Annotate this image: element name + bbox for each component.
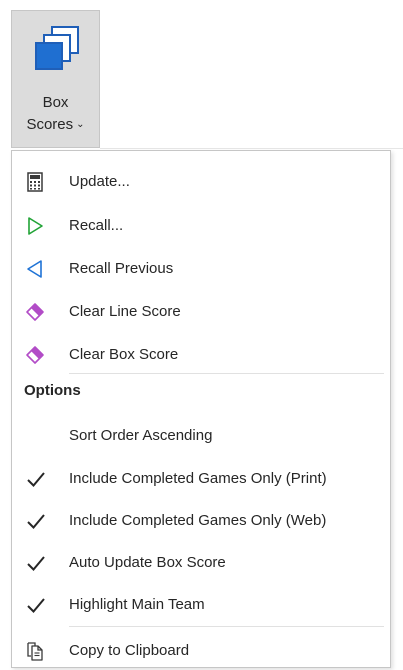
menu-option-label: Sort Order Ascending <box>69 427 213 444</box>
menu-item-update[interactable]: Update... <box>12 164 390 200</box>
menu-item-label: Clear Line Score <box>69 303 181 320</box>
menu-item-label: Recall Previous <box>69 260 174 277</box>
box-scores-label-line2: Scores ⌄ <box>12 115 99 135</box>
options-header: Options <box>24 382 81 399</box>
menu-option-auto-update-box-score[interactable]: Auto Update Box Score <box>12 545 390 581</box>
play-outline-icon <box>28 217 43 235</box>
copy-clipboard-icon <box>27 642 43 661</box>
menu-item-recall[interactable]: Recall... <box>12 208 390 244</box>
ribbon-group: Box Scores ⌄ <box>0 0 403 150</box>
menu-separator <box>69 373 384 374</box>
menu-option-completed-games-print[interactable]: Include Completed Games Only (Print) <box>12 461 390 497</box>
menu-item-recall-previous[interactable]: Recall Previous <box>12 251 390 287</box>
menu-option-label: Highlight Main Team <box>69 596 205 613</box>
menu-option-label: Include Completed Games Only (Print) <box>69 470 327 487</box>
menu-item-label: Copy to Clipboard <box>69 642 190 659</box>
box-scores-label-text: Scores <box>26 116 74 133</box>
checkmark-icon <box>27 556 45 571</box>
box-scores-icon <box>35 26 79 70</box>
ribbon-divider <box>100 148 403 149</box>
box-scores-label-line1: Box <box>42 94 69 111</box>
back-outline-icon <box>27 260 42 278</box>
calculator-icon <box>27 172 43 192</box>
menu-option-completed-games-web[interactable]: Include Completed Games Only (Web) <box>12 503 390 539</box>
menu-item-label: Clear Box Score <box>69 346 179 363</box>
menu-option-sort-order-ascending[interactable]: Sort Order Ascending <box>12 418 390 454</box>
menu-item-clear-box-score[interactable]: Clear Box Score <box>12 337 390 373</box>
menu-option-label: Include Completed Games Only (Web) <box>69 512 327 529</box>
box-scores-button[interactable]: Box Scores ⌄ <box>11 10 100 148</box>
menu-option-highlight-main-team[interactable]: Highlight Main Team <box>12 587 390 623</box>
menu-item-clear-line-score[interactable]: Clear Line Score <box>12 294 390 330</box>
menu-separator <box>69 626 384 627</box>
checkmark-icon <box>27 598 45 613</box>
chevron-down-icon: ⌄ <box>76 119 85 130</box>
checkmark-icon <box>27 472 45 487</box>
eraser-icon <box>26 303 44 321</box>
eraser-icon <box>26 346 44 364</box>
box-scores-dropdown-menu: Update... Recall... Recall Previous Clea… <box>11 150 391 668</box>
menu-item-copy-to-clipboard[interactable]: Copy to Clipboard <box>12 633 390 669</box>
menu-item-label: Update... <box>69 173 130 190</box>
checkmark-icon <box>27 514 45 529</box>
menu-option-label: Auto Update Box Score <box>69 554 226 571</box>
menu-item-label: Recall... <box>69 217 124 234</box>
